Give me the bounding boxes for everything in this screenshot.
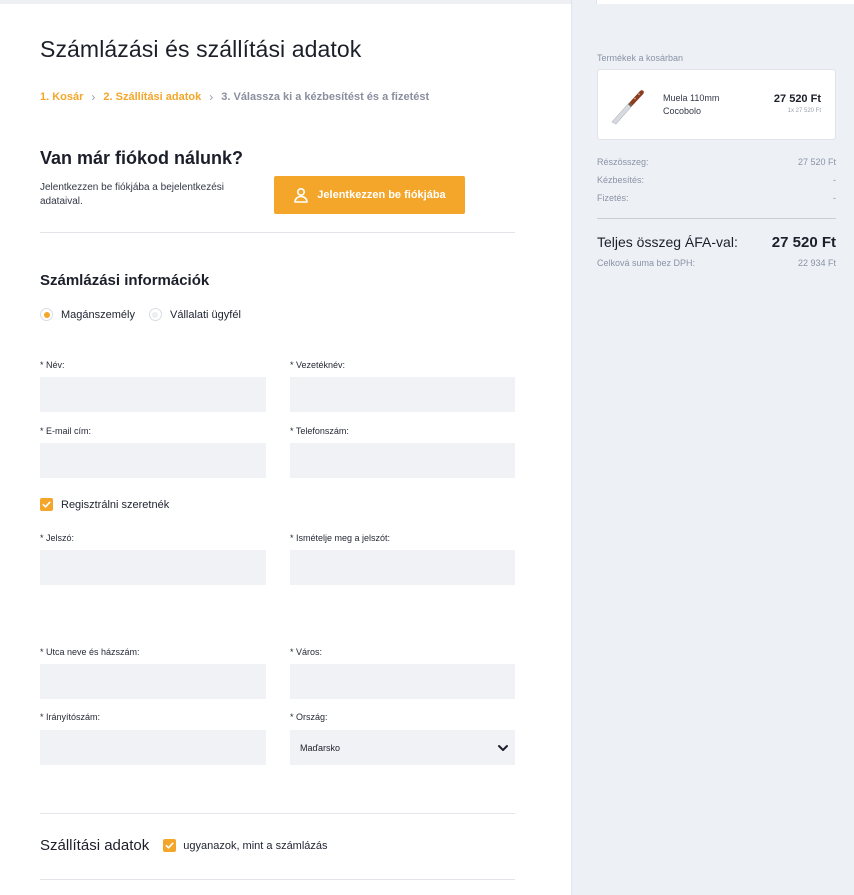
shipping-heading: Szállítási adatok	[40, 837, 150, 854]
register-checkbox-label[interactable]: Regisztrálni szeretnék	[61, 499, 169, 511]
user-icon	[294, 187, 309, 203]
top-bar	[0, 0, 571, 4]
password-repeat-label: * Ismételje meg a jelszót:	[290, 533, 391, 543]
payment-row: Fizetés: -	[597, 193, 836, 203]
radio-company-label[interactable]: Vállalati ügyfél	[170, 309, 241, 321]
phone-label: * Telefonszám:	[290, 426, 349, 436]
cart-item: Muela 110mm Cocobolo 27 520 Ft 1x 27 520…	[597, 69, 836, 140]
net-total-label: Celková suma bez DPH:	[597, 258, 696, 268]
login-button-label: Jelentkezzen be fiókjába	[317, 189, 446, 201]
payment-value: -	[833, 193, 836, 203]
radio-company[interactable]	[148, 308, 162, 321]
street-label: * Utca neve és házszám:	[40, 647, 140, 657]
breadcrumb-step-delivery-payment: 3. Válassza ki a kézbesítést és a fizeté…	[221, 91, 430, 103]
password-input[interactable]	[40, 550, 266, 585]
summary-divider	[597, 218, 836, 219]
breadcrumb-step-cart[interactable]: 1. Kosár	[40, 91, 83, 103]
total-label: Teljes összeg ÁFA-val:	[597, 234, 738, 250]
last-name-input[interactable]	[290, 377, 515, 412]
product-variant: Cocobolo	[663, 106, 702, 116]
phone-input[interactable]	[290, 443, 515, 478]
breadcrumb-step-shipping[interactable]: 2. Szállítási adatok	[103, 91, 201, 103]
radio-private-person[interactable]	[40, 308, 53, 321]
customer-type-group: Magánszemély Vállalati ügyfél	[40, 308, 255, 321]
chevron-down-icon	[498, 744, 508, 751]
checkmark-icon	[165, 842, 174, 849]
total-value: 27 520 Ft	[771, 234, 836, 251]
product-price: 27 520 Ft	[773, 93, 821, 105]
payment-label: Fizetés:	[597, 193, 629, 203]
first-name-input[interactable]	[40, 377, 266, 412]
last-name-label: * Vezetéknév:	[290, 360, 346, 370]
account-heading: Van már fiókod nálunk?	[40, 148, 244, 168]
divider	[40, 813, 515, 814]
password-label: * Jelszó:	[40, 533, 75, 543]
subtotal-label: Részösszeg:	[597, 157, 649, 167]
password-repeat-input[interactable]	[290, 550, 515, 585]
register-checkbox-row: Regisztrálni szeretnék	[40, 498, 169, 511]
radio-private-person-label[interactable]: Magánszemély	[61, 309, 135, 321]
cart-sidebar: Termékek a kosárban Muela 110mm Cocobolo…	[571, 0, 854, 895]
street-input[interactable]	[40, 664, 266, 699]
product-name-line: Muela 110mm	[663, 93, 720, 103]
first-name-label: * Név:	[40, 360, 65, 370]
net-total-value: 22 934 Ft	[797, 258, 836, 268]
product-name[interactable]: Muela 110mm Cocobolo	[663, 92, 753, 118]
shipping-same-checkbox[interactable]	[163, 839, 177, 852]
zip-input[interactable]	[40, 730, 266, 765]
divider	[40, 232, 515, 233]
register-checkbox[interactable]	[40, 498, 53, 511]
login-button[interactable]: Jelentkezzen be fiókjába	[274, 176, 465, 214]
city-input[interactable]	[290, 664, 515, 699]
country-select[interactable]: Maďarsko	[290, 730, 515, 765]
city-label: * Város:	[290, 647, 323, 657]
email-input[interactable]	[40, 443, 266, 478]
shipping-row: Szállítási adatok ugyanazok, mint a szám…	[40, 837, 328, 854]
checkmark-icon	[42, 501, 51, 508]
subtotal-value: 27 520 Ft	[797, 157, 836, 167]
subtotal-row: Részösszeg: 27 520 Ft	[597, 157, 836, 167]
page-title: Számlázási és szállítási adatok	[40, 36, 362, 62]
shipping-same-label[interactable]: ugyanazok, mint a számlázás	[183, 840, 327, 852]
cart-caption: Termékek a kosárban	[597, 53, 684, 63]
checkout-form-area: Számlázási és szállítási adatok 1. Kosár…	[0, 0, 571, 895]
breadcrumb: 1. Kosár › 2. Szállítási adatok › 3. Vál…	[40, 90, 429, 104]
delivery-row: Kézbesítés: -	[597, 175, 836, 185]
delivery-label: Kézbesítés:	[597, 175, 645, 185]
billing-heading: Számlázási információk	[40, 272, 210, 289]
country-label: * Ország:	[290, 712, 328, 722]
account-description: Jelentkezzen be fiókjába a bejelentkezés…	[40, 182, 225, 207]
product-unit-price: 1x 27 520 Ft	[787, 108, 821, 114]
divider	[40, 879, 515, 880]
total-row: Teljes összeg ÁFA-val: 27 520 Ft	[597, 234, 836, 251]
zip-label: * Irányítószám:	[40, 712, 101, 722]
country-select-value: Maďarsko	[300, 742, 341, 753]
delivery-value: -	[833, 175, 836, 185]
email-label: * E-mail cím:	[40, 426, 92, 436]
net-total-row: Celková suma bez DPH: 22 934 Ft	[597, 258, 836, 268]
chevron-right-icon: ›	[91, 90, 96, 104]
sidebar-top-box	[596, 0, 854, 4]
knife-image	[611, 90, 644, 125]
chevron-right-icon: ›	[209, 90, 214, 104]
